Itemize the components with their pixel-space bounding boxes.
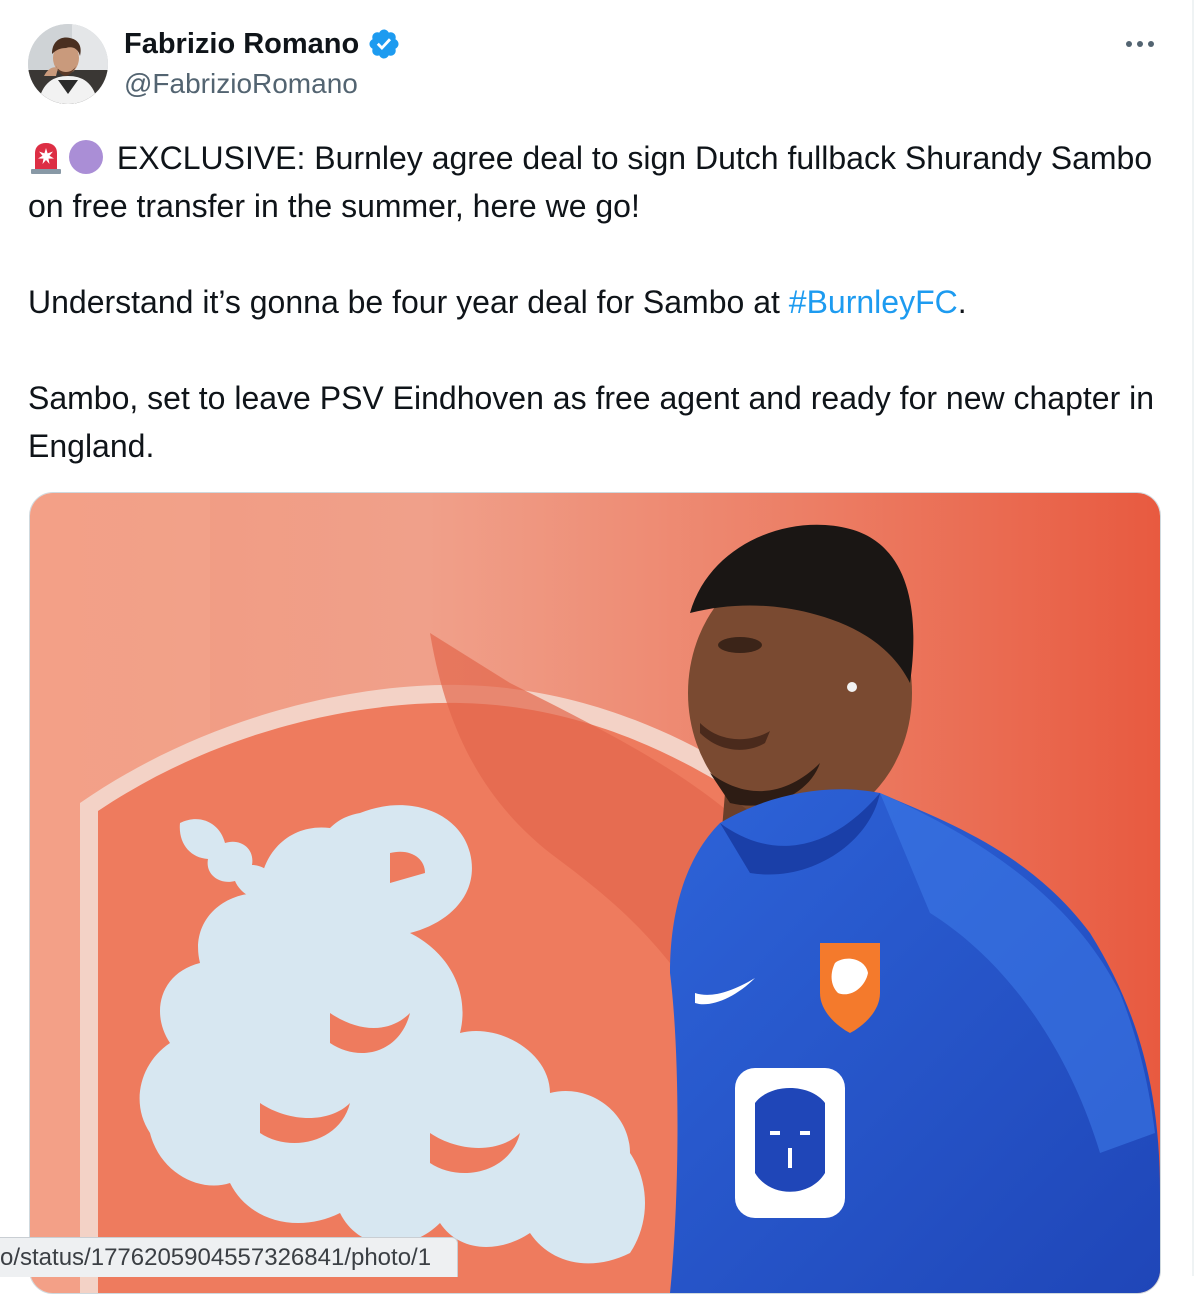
author-handle[interactable]: @FabrizioRomano <box>124 68 358 100</box>
author-name[interactable]: Fabrizio Romano <box>124 28 359 61</box>
more-dots-icon <box>1126 41 1154 47</box>
timeline-border <box>1192 0 1194 1276</box>
avatar[interactable] <box>28 24 108 104</box>
tweet-photo[interactable] <box>29 492 1161 1294</box>
hashtag-link[interactable]: #BurnleyFC <box>789 284 958 320</box>
avatar-image <box>28 24 108 104</box>
tweet-photo-image <box>30 493 1160 1293</box>
tweet: Fabrizio Romano @FabrizioRomano EXCLUSIV… <box>0 0 1192 1294</box>
tweet-paragraph-1: EXCLUSIVE: Burnley agree deal to sign Du… <box>28 134 1158 230</box>
tweet-line-2: Understand it’s gonna be four year deal … <box>28 284 789 320</box>
purple-circle-emoji <box>69 140 103 174</box>
verified-badge-icon <box>369 29 399 59</box>
tweet-paragraph-3: Sambo, set to leave PSV Eindhoven as fre… <box>28 374 1158 470</box>
tweet-line-3: Sambo, set to leave PSV Eindhoven as fre… <box>28 380 1155 464</box>
tweet-line-2-end: . <box>957 284 967 320</box>
rotating-light-emoji <box>31 143 61 174</box>
more-options-button[interactable] <box>1120 26 1160 62</box>
tweet-paragraph-2: Understand it’s gonna be four year deal … <box>28 278 1158 326</box>
tweet-text: EXCLUSIVE: Burnley agree deal to sign Du… <box>28 134 1158 470</box>
tweet-line-1: EXCLUSIVE: Burnley agree deal to sign Du… <box>28 140 1153 224</box>
link-hover-status-url: o/status/1776205904557326841/photo/1 <box>0 1237 459 1277</box>
author-name-row[interactable]: Fabrizio Romano <box>124 27 401 61</box>
